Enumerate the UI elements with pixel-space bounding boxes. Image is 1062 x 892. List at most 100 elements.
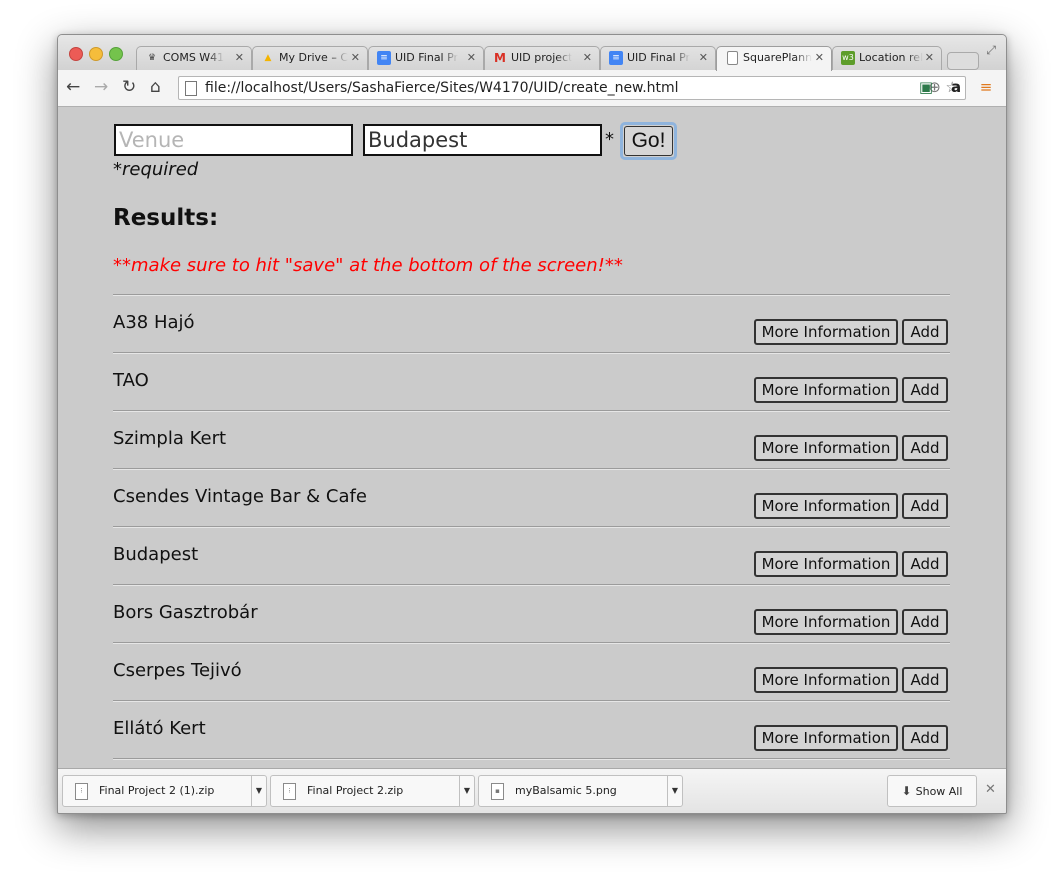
browser-tab[interactable]: ♛ COMS W41 ✕: [136, 46, 252, 70]
venue-name: Ellátó Kert: [113, 718, 206, 739]
gmail-icon: M: [494, 51, 506, 65]
docs-icon: ≡: [377, 51, 391, 65]
more-information-button[interactable]: More Information: [754, 551, 898, 577]
show-all-downloads-button[interactable]: ⬇ Show All: [887, 775, 977, 807]
result-row: Ellátó Kert More Information Add: [113, 702, 950, 758]
go-button-label: Go!: [624, 126, 673, 156]
download-item[interactable]: ⁝ Final Project 2 (1).zip ▼: [62, 775, 267, 807]
chevron-down-icon[interactable]: ▼: [459, 776, 474, 806]
required-asterisk: *: [605, 129, 614, 150]
venue-name: A38 Hajó: [113, 312, 195, 333]
more-information-button[interactable]: More Information: [754, 609, 898, 635]
tab-close-icon[interactable]: ✕: [235, 47, 244, 69]
venue-name: Budapest: [113, 544, 199, 565]
divider: [113, 758, 950, 760]
go-button[interactable]: Go!: [620, 122, 677, 160]
tab-close-icon[interactable]: ✕: [351, 47, 360, 69]
image-file-icon: ▪: [491, 783, 504, 800]
result-row: TAO More Information Add: [113, 354, 950, 410]
required-note: *required: [113, 159, 199, 180]
add-button[interactable]: Add: [902, 435, 948, 461]
reload-icon[interactable]: ↻: [122, 76, 136, 98]
browser-window: ♛ COMS W41 ✕ ▲ My Drive – C ✕ ≡ UID Fina…: [57, 34, 1007, 814]
tab-close-icon[interactable]: ✕: [925, 47, 934, 69]
zoom-window-button[interactable]: [109, 47, 123, 61]
browser-tab[interactable]: M UID project ✕: [484, 46, 600, 70]
save-warning: **make sure to hit "save" at the bottom …: [113, 255, 623, 276]
city-input[interactable]: [363, 124, 602, 156]
docs-icon: ≡: [609, 51, 623, 65]
add-button[interactable]: Add: [902, 609, 948, 635]
tab-title: SquarePlann: [743, 51, 813, 64]
browser-tab[interactable]: ▲ My Drive – C ✕: [252, 46, 368, 70]
add-button[interactable]: Add: [902, 551, 948, 577]
chevron-down-icon[interactable]: ▼: [667, 776, 682, 806]
results-heading: Results:: [113, 205, 219, 231]
more-information-button[interactable]: More Information: [754, 377, 898, 403]
tab-title: Location rel: [859, 51, 924, 64]
tab-title: COMS W41: [163, 51, 225, 64]
download-filename: Final Project 2 (1).zip: [99, 784, 215, 797]
amazon-icon[interactable]: a: [946, 77, 966, 97]
result-row: A38 Hajó More Information Add: [113, 296, 950, 352]
more-information-button[interactable]: More Information: [754, 667, 898, 693]
venue-name: Bors Gasztrobár: [113, 602, 258, 623]
zip-file-icon: ⁝: [283, 783, 296, 800]
tab-title: UID project: [511, 51, 573, 64]
home-icon[interactable]: ⌂: [150, 76, 161, 98]
download-arrow-icon: ⬇: [901, 784, 912, 798]
url-text: file://localhost/Users/SashaFierce/Sites…: [205, 80, 679, 96]
tab-title: UID Final Pr: [395, 51, 459, 64]
venue-name: Csendes Vintage Bar & Cafe: [113, 486, 367, 507]
download-item[interactable]: ⁝ Final Project 2.zip ▼: [270, 775, 475, 807]
add-button[interactable]: Add: [902, 377, 948, 403]
result-row: Cserpes Tejivó More Information Add: [113, 644, 950, 700]
crown-icon: ♛: [147, 53, 157, 63]
close-icon[interactable]: ✕: [985, 782, 996, 797]
add-button[interactable]: Add: [902, 493, 948, 519]
tab-close-icon[interactable]: ✕: [815, 47, 824, 69]
download-filename: Final Project 2.zip: [307, 784, 404, 797]
chevron-down-icon[interactable]: ▼: [251, 776, 266, 806]
browser-tab[interactable]: ≡ UID Final Pr ✕: [600, 46, 716, 70]
forward-arrow-icon[interactable]: →: [94, 76, 108, 98]
more-information-button[interactable]: More Information: [754, 493, 898, 519]
browser-tab[interactable]: ≡ UID Final Pr ✕: [368, 46, 484, 70]
zip-file-icon: ⁝: [75, 783, 88, 800]
close-window-button[interactable]: [69, 47, 83, 61]
page-content: * Go! *required Results: **make sure to …: [58, 107, 1006, 767]
w3-icon: w3: [841, 51, 855, 65]
browser-tab[interactable]: w3 Location rel ✕: [832, 46, 942, 70]
more-information-button[interactable]: More Information: [754, 435, 898, 461]
show-all-label: Show All: [915, 785, 963, 798]
result-row: Csendes Vintage Bar & Cafe More Informat…: [113, 470, 950, 526]
drive-icon: ▲: [264, 53, 272, 63]
new-tab-button[interactable]: [947, 52, 979, 70]
results-list: A38 Hajó More Information Add TAO More I…: [113, 294, 950, 760]
more-information-button[interactable]: More Information: [754, 319, 898, 345]
venue-input[interactable]: [114, 124, 353, 156]
back-arrow-icon[interactable]: ←: [66, 76, 80, 98]
extension-icon[interactable]: ▣: [916, 77, 936, 97]
page-icon: [185, 81, 197, 96]
tab-close-icon[interactable]: ✕: [467, 47, 476, 69]
venue-name: Cserpes Tejivó: [113, 660, 242, 681]
tab-title: My Drive – C: [279, 51, 348, 64]
result-row: Szimpla Kert More Information Add: [113, 412, 950, 468]
browser-tab-active[interactable]: SquarePlann ✕: [716, 46, 832, 71]
browser-toolbar: ← → ↻ ⌂ file://localhost/Users/SashaFier…: [58, 70, 1006, 107]
download-item[interactable]: ▪ myBalsamic 5.png ▼: [478, 775, 683, 807]
more-information-button[interactable]: More Information: [754, 725, 898, 751]
add-button[interactable]: Add: [902, 667, 948, 693]
address-bar[interactable]: file://localhost/Users/SashaFierce/Sites…: [178, 76, 966, 100]
result-row: Budapest More Information Add: [113, 528, 950, 584]
fullscreen-icon[interactable]: ⤢: [986, 43, 996, 58]
tab-close-icon[interactable]: ✕: [583, 47, 592, 69]
tab-close-icon[interactable]: ✕: [699, 47, 708, 69]
result-row: Bors Gasztrobár More Information Add: [113, 586, 950, 642]
menu-icon[interactable]: ≡: [976, 77, 996, 97]
add-button[interactable]: Add: [902, 319, 948, 345]
add-button[interactable]: Add: [902, 725, 948, 751]
download-filename: myBalsamic 5.png: [515, 784, 617, 797]
minimize-window-button[interactable]: [89, 47, 103, 61]
